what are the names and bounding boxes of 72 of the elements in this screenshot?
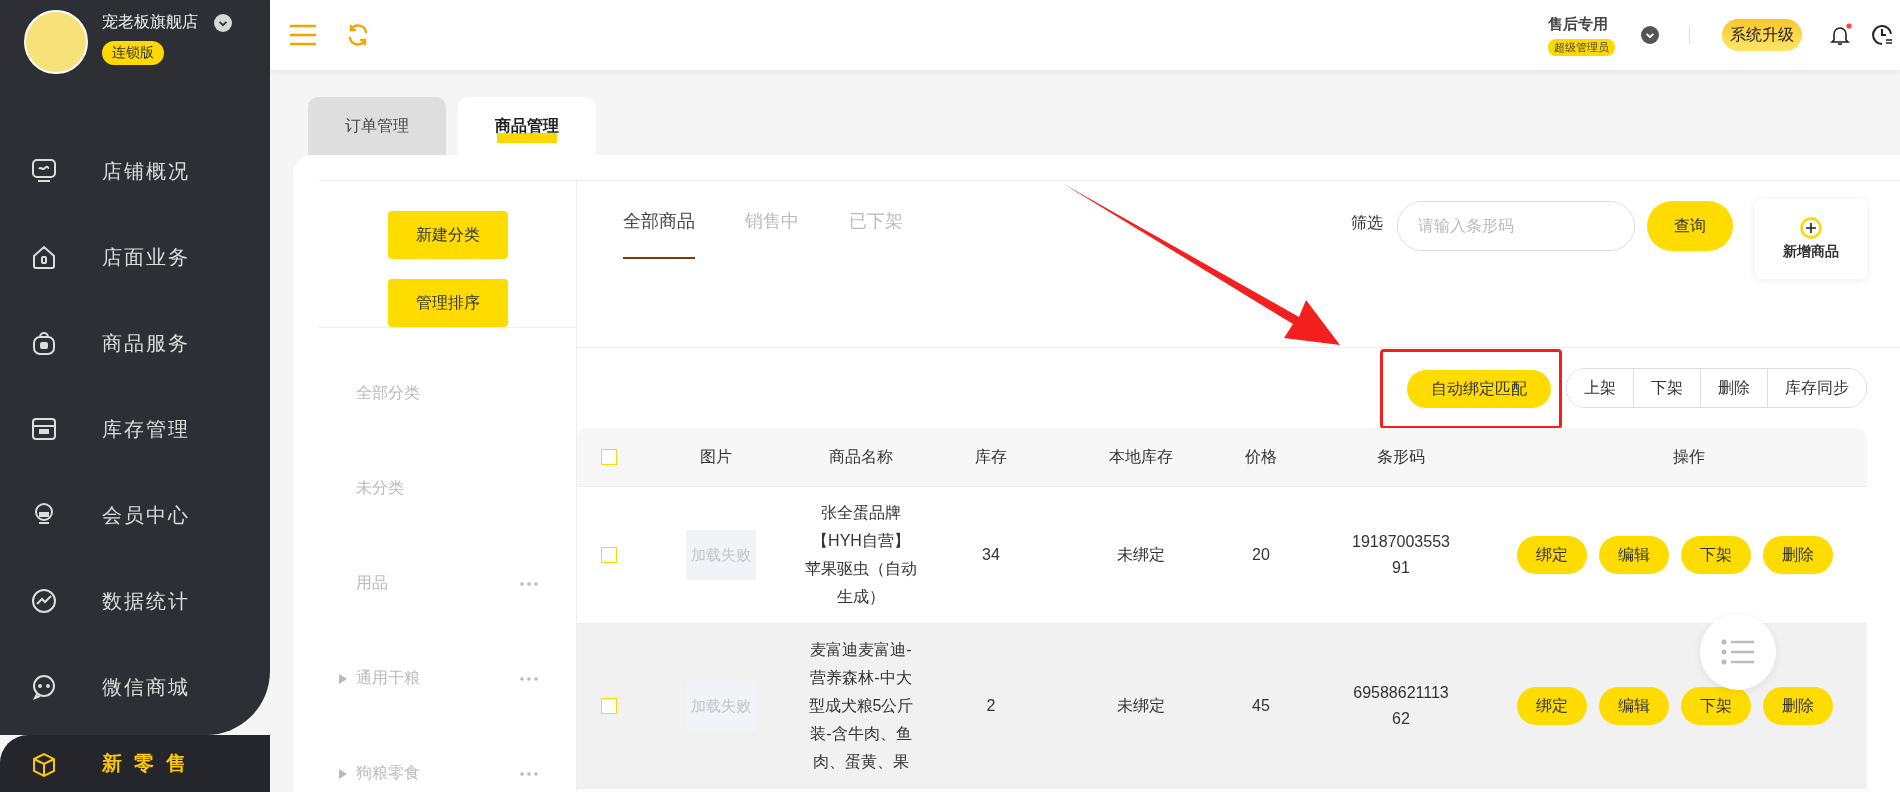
table-cell: 20 <box>1252 546 1270 564</box>
box-icon <box>30 415 58 443</box>
product-name: 张全蛋品牌【HYH自营】苹果驱虫（自动生成） <box>805 503 917 607</box>
more-icon[interactable] <box>520 771 538 776</box>
tab[interactable]: 商品管理 <box>458 97 596 155</box>
sidebar-item[interactable]: 会员中心 <box>0 472 270 558</box>
sidebar-item[interactable]: 微信商城 <box>0 644 270 730</box>
barcode-input[interactable]: 请输入条形码 <box>1397 201 1635 251</box>
expand-icon[interactable] <box>339 768 347 779</box>
barcode-text: 1918700355391 <box>1351 532 1451 578</box>
user-name: 售后专用 <box>1548 14 1608 34</box>
dropdown-icon[interactable] <box>1641 26 1659 44</box>
upgrade-button[interactable]: 系统升级 <box>1722 19 1802 51</box>
row-action-button[interactable]: 编辑 <box>1599 536 1669 574</box>
product-name: 麦富迪麦富迪-营养森林-中大型成犬粮5公斤装-含牛肉、鱼肉、蛋黄、果 <box>807 640 915 772</box>
more-icon[interactable] <box>520 581 538 586</box>
checkbox[interactable] <box>601 698 617 714</box>
sort-button[interactable]: 管理排序 <box>387 279 508 327</box>
barcode-text: 6958862111362 <box>1352 683 1450 729</box>
sidebar-item[interactable]: 店铺概况 <box>0 128 270 214</box>
sidebar-item[interactable]: 店面业务 <box>0 214 270 300</box>
avatar <box>24 10 88 74</box>
row-action-button[interactable]: 下架 <box>1681 536 1751 574</box>
column-header: 价格 <box>1244 446 1278 467</box>
checkbox[interactable] <box>601 449 617 465</box>
table-cell-text: 未绑定 <box>1117 544 1165 565</box>
bulk-action-button[interactable]: 库存同步 <box>1767 369 1866 407</box>
column-header: 本地库存 <box>1108 446 1174 467</box>
row-action-button[interactable]: 下架 <box>1681 687 1751 725</box>
sidebar-item[interactable]: 商品服务 <box>0 300 270 386</box>
edition-badge: 连锁版 <box>102 41 164 65</box>
house-icon <box>30 243 58 271</box>
chart-icon <box>30 587 58 615</box>
store-name: 宠老板旗舰店 <box>102 12 198 32</box>
table-cell-text: 未绑定 <box>1117 695 1165 716</box>
sidebar-item[interactable]: 新零售 <box>0 735 270 792</box>
tab[interactable]: 订单管理 <box>308 97 446 155</box>
column-header: 条形码 <box>1376 446 1426 467</box>
list-icon <box>1721 639 1755 665</box>
sidebar-item[interactable]: 数据统计 <box>0 558 270 644</box>
new-category-button[interactable]: 新建分类 <box>387 211 508 259</box>
role-badge: 超级管理员 <box>1548 38 1615 56</box>
table-cell: 45 <box>1252 697 1270 715</box>
row-action-button[interactable]: 绑定 <box>1517 687 1587 725</box>
clock-icon[interactable] <box>1870 23 1894 47</box>
table-cell: 2 <box>986 697 996 715</box>
add-product-button[interactable]: 新增商品 <box>1755 199 1867 279</box>
column-header: 商品名称 <box>828 446 894 467</box>
row-action-button[interactable]: 删除 <box>1763 687 1833 725</box>
plus-icon <box>1800 217 1822 239</box>
query-button[interactable]: 查询 <box>1647 201 1733 251</box>
column-header: 库存 <box>974 446 1008 467</box>
sidebar-item[interactable]: 库存管理 <box>0 386 270 472</box>
row-action-button[interactable]: 绑定 <box>1517 536 1587 574</box>
table-cell: 34 <box>982 546 1000 564</box>
dropdown-icon[interactable] <box>214 13 232 32</box>
bell-icon[interactable] <box>1828 23 1852 47</box>
row-action-button[interactable]: 编辑 <box>1599 687 1669 725</box>
more-icon[interactable] <box>520 676 538 681</box>
chat-icon <box>30 673 58 701</box>
monitor-icon <box>30 157 58 185</box>
menu-icon[interactable] <box>290 24 316 46</box>
auto-bind-button[interactable]: 自动绑定匹配 <box>1407 370 1551 408</box>
checkbox[interactable] <box>601 547 617 563</box>
refresh-icon[interactable] <box>346 23 370 47</box>
filter-label: 筛选 <box>1351 213 1383 233</box>
column-header: 操作 <box>1672 446 1706 467</box>
row-action-button[interactable]: 删除 <box>1763 536 1833 574</box>
expand-icon[interactable] <box>339 673 347 684</box>
filter-tab[interactable]: 全部商品 <box>623 209 695 259</box>
bag-icon <box>30 329 58 357</box>
column-header: 图片 <box>699 446 733 467</box>
